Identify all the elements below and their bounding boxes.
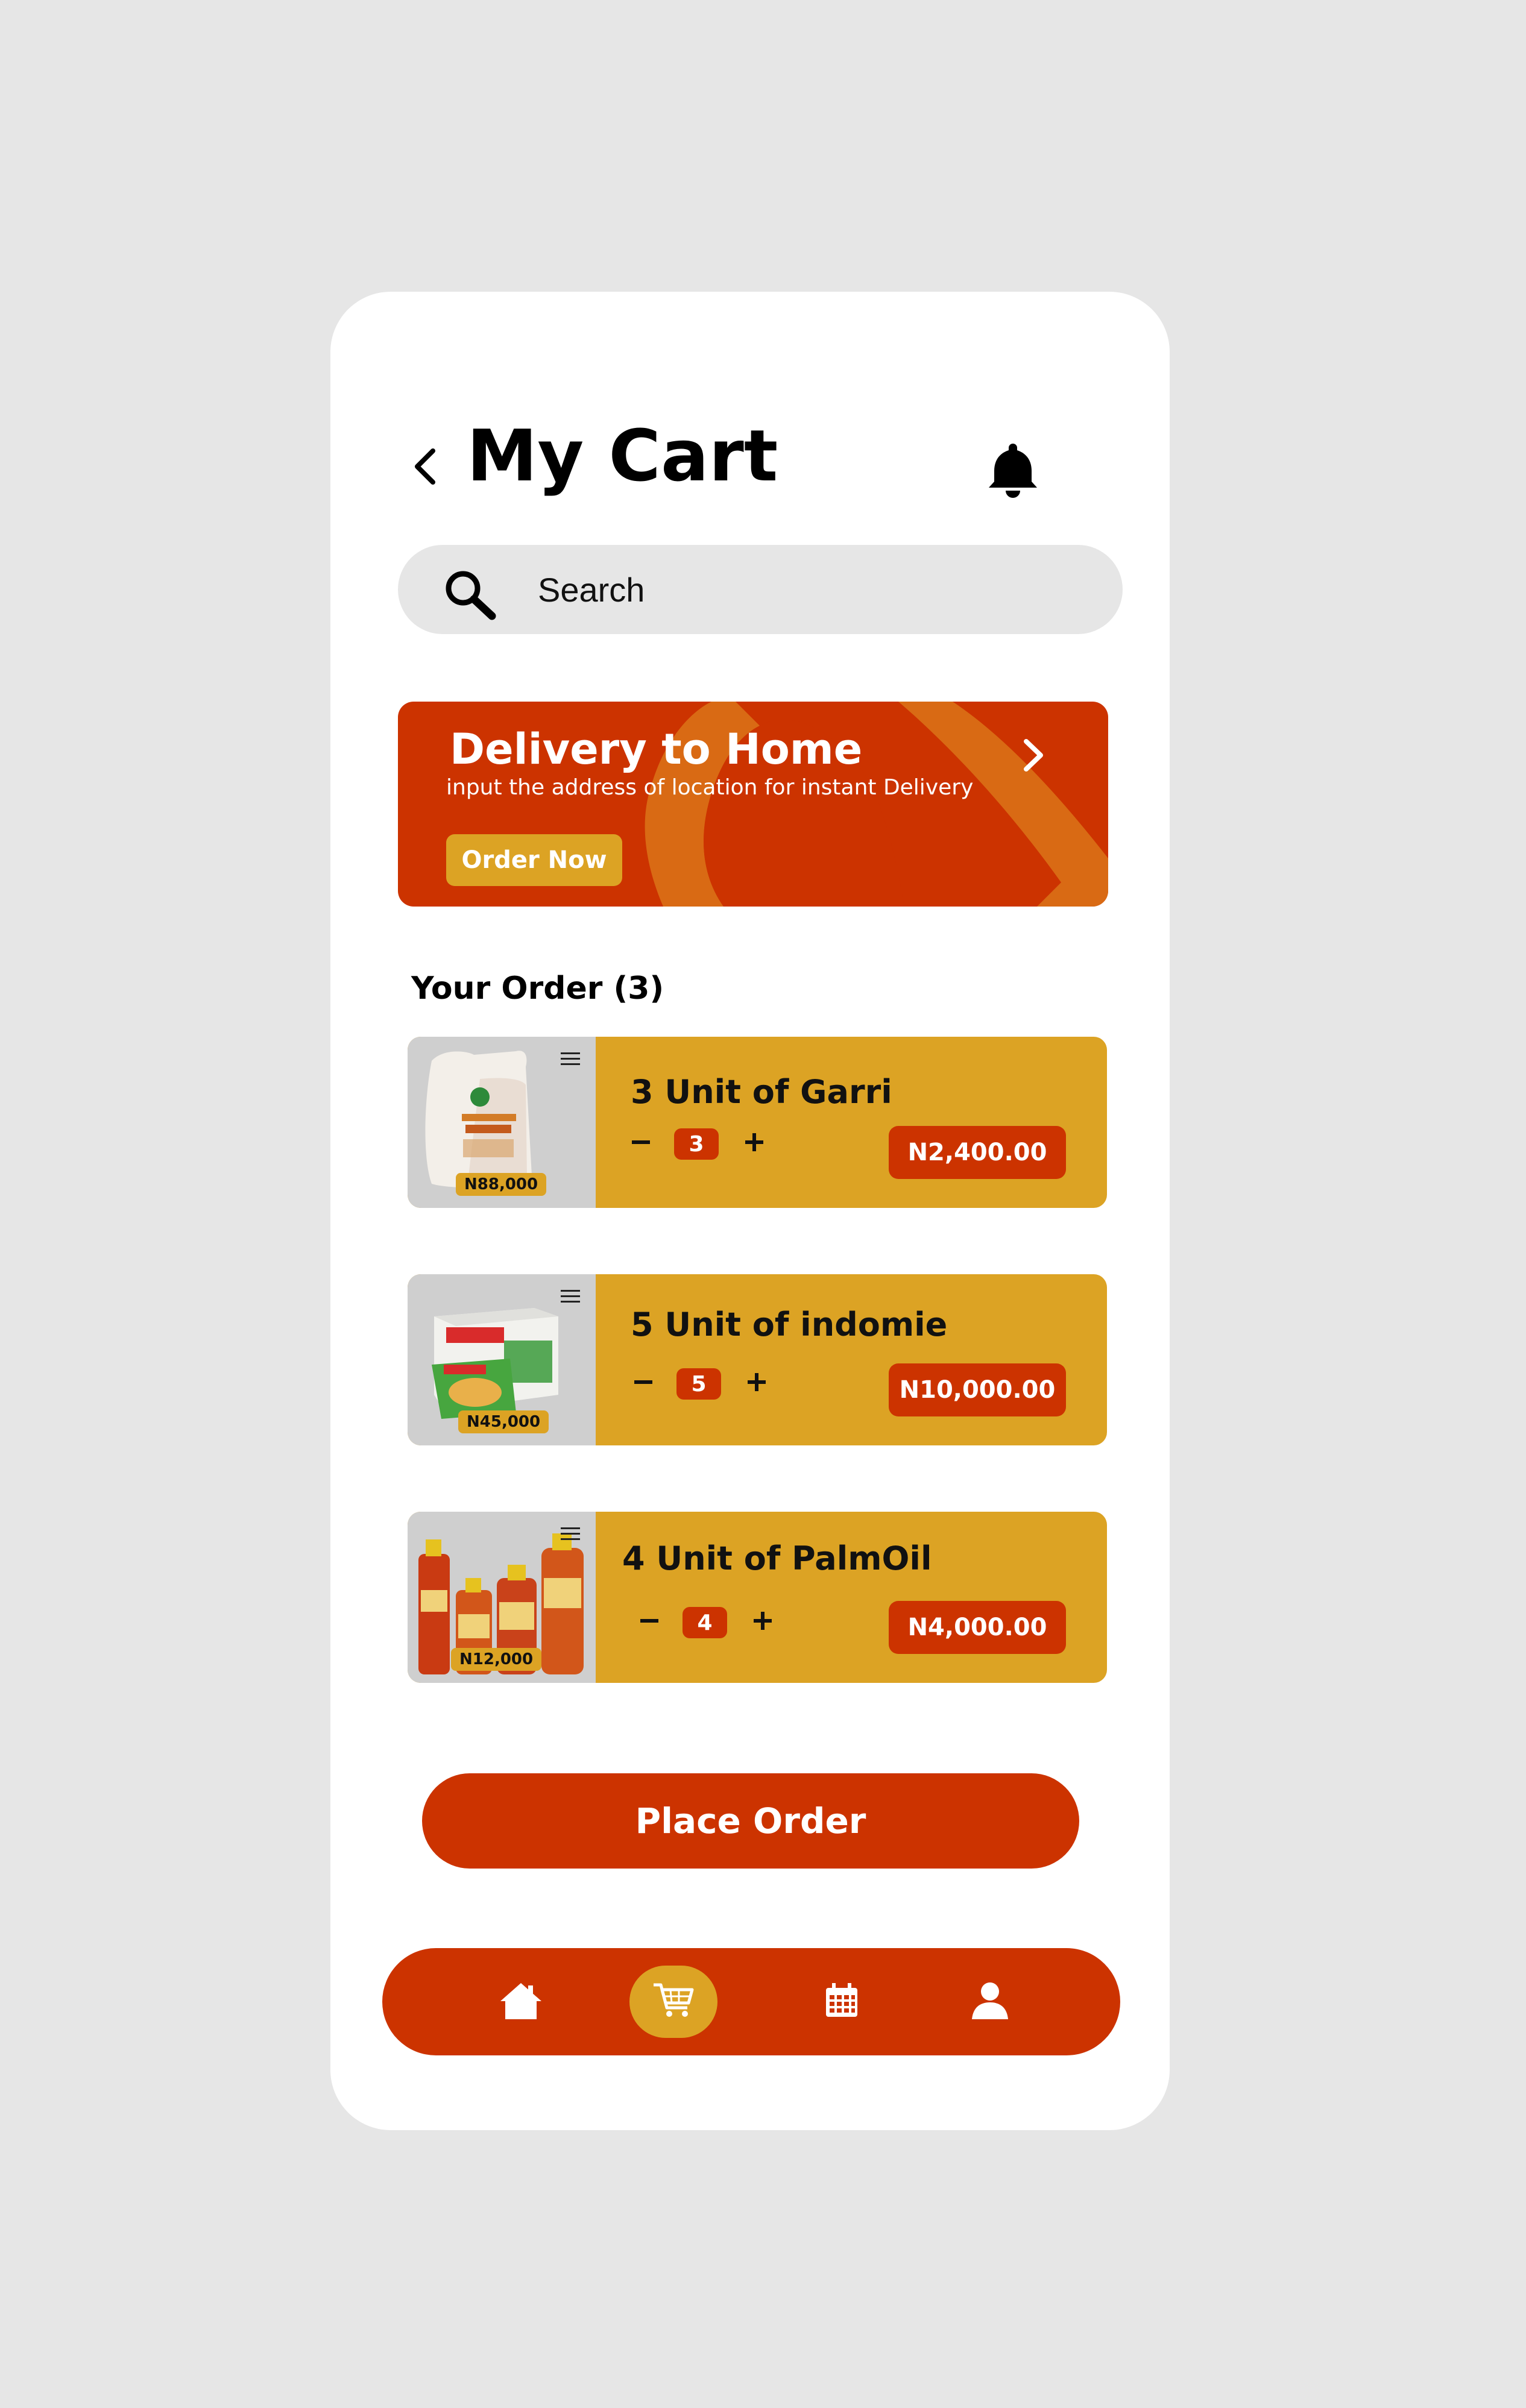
increase-quantity-button[interactable] [748,1606,778,1636]
item-total-badge: N2,400.00 [889,1126,1066,1179]
item-name: 5 Unit of indomie [631,1306,948,1344]
nav-calendar[interactable] [806,1966,878,2038]
quantity-badge: 3 [674,1128,719,1160]
item-total-badge: N4,000.00 [889,1601,1066,1654]
menu-icon[interactable] [558,1286,582,1307]
menu-icon[interactable] [558,1049,582,1069]
decrease-quantity-button[interactable] [626,1127,656,1157]
item-name: 4 Unit of PalmOil [622,1539,932,1577]
nav-cart[interactable] [629,1966,717,2038]
page-title: My Cart [467,414,778,497]
banner-subtitle: input the address of location for instan… [446,775,974,800]
unit-price-badge: N88,000 [456,1173,547,1196]
place-order-button[interactable]: Place Order [422,1773,1079,1869]
bottom-nav [382,1948,1120,2055]
order-now-button[interactable]: Order Now [446,834,622,886]
banner-title: Delivery to Home [450,725,863,774]
quantity-badge: 5 [676,1368,721,1400]
unit-price-badge: N45,000 [458,1410,549,1433]
nav-profile[interactable] [954,1966,1026,2038]
increase-quantity-button[interactable] [739,1127,769,1157]
bell-icon[interactable] [983,439,1043,499]
delivery-banner[interactable]: Delivery to Home input the address of lo… [398,702,1108,907]
menu-icon[interactable] [558,1524,582,1544]
orders-heading: Your Order (3) [411,970,664,1007]
search-bar[interactable] [398,545,1123,634]
order-item-garri[interactable]: N88,000 3 Unit of Garri 3 N2,400.00 [408,1037,1107,1208]
calendar-icon [824,1982,860,2022]
order-item-indomie[interactable]: N45,000 5 Unit of indomie 5 N10,000.00 [408,1274,1107,1445]
item-name: 3 Unit of Garri [631,1073,892,1111]
decrease-quantity-button[interactable] [634,1606,664,1636]
chevron-left-icon[interactable] [403,442,451,491]
chevron-right-icon[interactable] [1015,734,1051,776]
quantity-badge: 4 [683,1607,727,1638]
increase-quantity-button[interactable] [742,1367,772,1397]
phone-screen: My Cart Delivery to Home input the addre… [330,292,1170,2130]
item-total-badge: N10,000.00 [889,1363,1066,1416]
nav-home[interactable] [485,1966,557,2038]
home-icon [499,1981,543,2023]
decrease-quantity-button[interactable] [628,1367,658,1397]
search-input[interactable] [538,563,1080,616]
profile-icon [971,1981,1009,2023]
cart-icon [652,1981,695,2022]
order-item-palmoil[interactable]: N12,000 4 Unit of PalmOil 4 N4,000.00 [408,1512,1107,1683]
unit-price-badge: N12,000 [451,1648,542,1671]
search-icon [440,567,500,621]
